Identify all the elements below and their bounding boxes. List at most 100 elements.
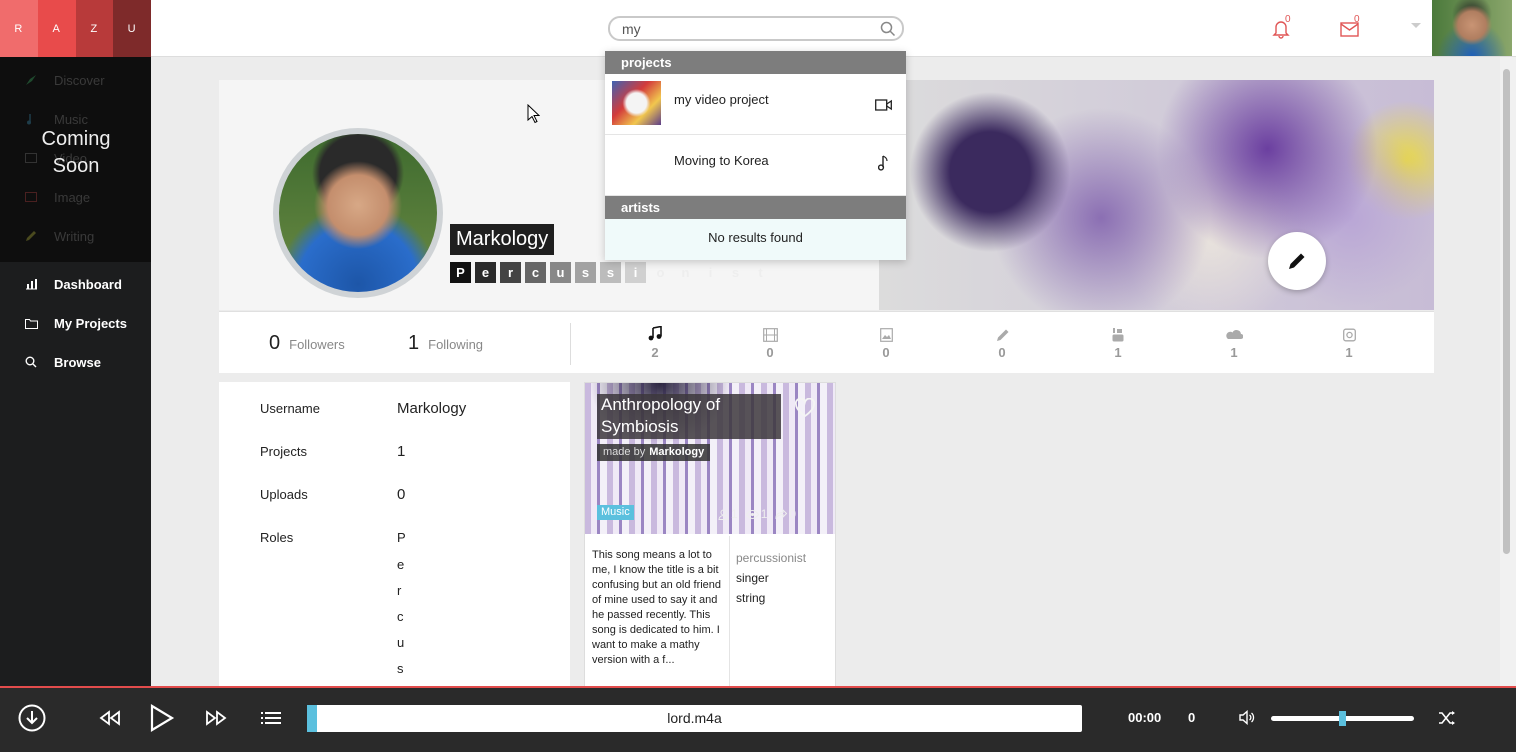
chevron-down-icon[interactable] — [1411, 23, 1421, 29]
track-progress-bar[interactable]: lord.m4a — [307, 705, 1082, 732]
project-card-stats: 1 1 0 — [718, 507, 804, 521]
image-count-stat[interactable]: 0 — [866, 326, 906, 360]
sidebar-item-image: Image — [24, 187, 90, 207]
notifications-button[interactable]: 0 — [1272, 14, 1296, 40]
instagram-count-stat[interactable]: 1 — [1329, 326, 1369, 360]
user-avatar[interactable] — [1432, 0, 1512, 56]
pencil-icon — [1289, 253, 1305, 269]
projects-value: 1 — [397, 443, 406, 460]
role-char: r — [397, 583, 402, 598]
video-count-stat[interactable]: 0 — [750, 326, 790, 360]
scrollbar-thumb[interactable] — [1503, 69, 1510, 554]
role-letter: e — [475, 262, 496, 283]
followers-count: 0 — [269, 332, 281, 354]
role-letter: t — [758, 265, 763, 280]
uploads-label: Uploads — [260, 487, 308, 502]
playlist-icon[interactable] — [261, 711, 281, 725]
edit-profile-button[interactable] — [1268, 232, 1326, 290]
project-roles-list: percussionist singer string — [736, 548, 806, 608]
project-role: percussionist — [736, 551, 807, 565]
collaborators-stat: 1 — [718, 507, 738, 521]
music-note-icon — [878, 155, 888, 171]
following-stat[interactable]: 1 Following — [408, 332, 483, 355]
shares-stat: 0 — [775, 507, 796, 521]
fast-forward-icon[interactable] — [205, 710, 227, 726]
image-icon — [879, 328, 893, 342]
role-letter: P — [450, 262, 471, 283]
made-by-artist[interactable]: Markology — [649, 446, 704, 458]
volume-slider-handle[interactable] — [1339, 711, 1346, 726]
search-input[interactable] — [622, 20, 872, 38]
logo-letter: A — [37, 0, 76, 57]
rewind-icon[interactable] — [99, 710, 121, 726]
notification-count: 0 — [1285, 14, 1291, 25]
role-letter: s — [731, 265, 740, 280]
project-description: This song means a lot to me, I know the … — [592, 549, 722, 666]
music-count-stat[interactable]: 2 — [635, 326, 675, 360]
youtube-count-stat[interactable]: 1 — [1098, 326, 1138, 360]
soundcloud-count: 1 — [1230, 345, 1238, 360]
shuffle-icon[interactable] — [1438, 710, 1456, 726]
role-letter: n — [681, 265, 690, 280]
image-icon — [24, 190, 38, 204]
username-label: Username — [260, 401, 320, 416]
sidebar-item-dashboard[interactable]: Dashboard — [24, 274, 122, 294]
role-letter: s — [600, 262, 621, 283]
role-char: s — [397, 661, 404, 676]
youtube-icon — [1112, 328, 1124, 342]
followers-stat[interactable]: 0 Followers — [269, 332, 345, 355]
views-stat: 1 — [745, 507, 767, 521]
result-thumbnail — [612, 81, 661, 125]
sidebar-item-discover: Discover — [24, 70, 105, 90]
no-results-message: No results found — [605, 219, 906, 260]
result-title: Moving to Korea — [674, 153, 769, 168]
stats-divider — [570, 323, 571, 365]
instagram-count: 1 — [1345, 345, 1353, 360]
role-letter: o — [656, 265, 665, 280]
compass-icon — [24, 73, 38, 87]
following-count: 1 — [408, 332, 420, 354]
current-time: 00:00 — [1128, 710, 1162, 725]
card-divider — [729, 536, 730, 686]
play-icon[interactable] — [149, 704, 175, 732]
sidebar-item-writing: Writing — [24, 226, 94, 246]
volume-icon[interactable] — [1239, 710, 1255, 725]
page-scrollbar[interactable] — [1500, 57, 1516, 687]
search-result-item[interactable]: Moving to Korea — [605, 135, 906, 196]
pencil-icon — [24, 229, 38, 243]
search-box[interactable] — [608, 16, 904, 41]
followers-label: Followers — [289, 337, 345, 352]
result-title: my video project — [674, 92, 769, 107]
search-result-item[interactable]: my video project — [605, 74, 906, 135]
eye-icon — [745, 509, 759, 519]
download-icon[interactable] — [18, 704, 46, 732]
messages-button[interactable]: 0 — [1340, 14, 1364, 40]
search-icon[interactable] — [880, 21, 896, 37]
film-icon — [762, 328, 778, 342]
image-count: 0 — [882, 345, 890, 360]
heart-icon[interactable] — [794, 398, 816, 418]
soundcloud-count-stat[interactable]: 1 — [1214, 326, 1254, 360]
role-letter: u — [550, 262, 571, 283]
writing-count-stat[interactable]: 0 — [982, 326, 1022, 360]
logo-letter: R — [0, 0, 38, 57]
search-icon — [24, 355, 38, 369]
project-type-badge: Music — [597, 505, 634, 520]
made-by-label: made by Markology — [597, 444, 711, 461]
logo-letter: Z — [75, 0, 114, 57]
project-card-title[interactable]: Anthropology of Symbiosis — [597, 394, 781, 439]
profile-info-panel: Username Markology Projects 1 Uploads 0 … — [219, 382, 570, 687]
instagram-icon — [1342, 328, 1356, 342]
logo[interactable]: R A Z U — [0, 0, 151, 57]
coming-soon-overlay: Coming Soon — [41, 128, 111, 177]
dropdown-projects-header: projects — [605, 51, 906, 74]
user-icon — [718, 509, 729, 520]
folder-icon — [24, 316, 38, 330]
video-count: 0 — [766, 345, 774, 360]
volume-slider[interactable] — [1271, 711, 1414, 726]
sidebar-item-browse[interactable]: Browse — [24, 352, 101, 372]
projects-label: Projects — [260, 444, 307, 459]
following-label: Following — [428, 337, 484, 352]
music-count: 2 — [651, 345, 659, 360]
sidebar-item-my-projects[interactable]: My Projects — [24, 313, 127, 333]
